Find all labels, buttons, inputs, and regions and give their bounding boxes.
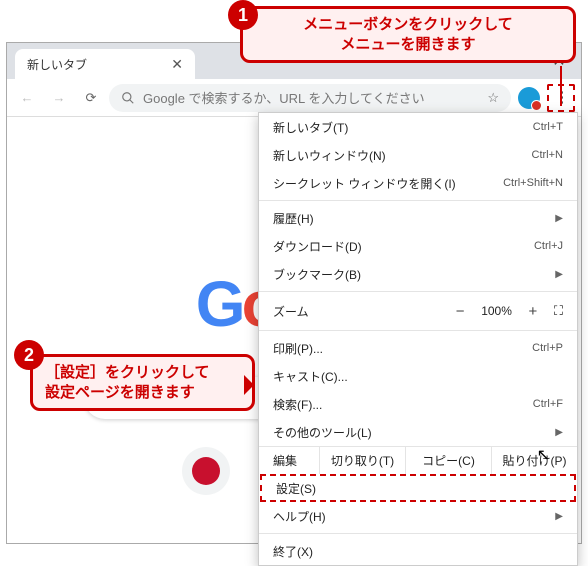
zoom-in-button[interactable]: + bbox=[522, 303, 544, 320]
menu-copy[interactable]: コピー(C) bbox=[405, 447, 491, 474]
menu-find[interactable]: 検索(F)...Ctrl+F bbox=[259, 390, 577, 418]
menu-bookmarks[interactable]: ブックマーク(B)▶ bbox=[259, 260, 577, 288]
edit-label: 編集 bbox=[259, 447, 319, 474]
shortcut-icon bbox=[192, 457, 220, 485]
main-menu-dropdown: 新しいタブ(T)Ctrl+T 新しいウィンドウ(N)Ctrl+N シークレット … bbox=[258, 112, 578, 566]
menu-exit[interactable]: 終了(X) bbox=[259, 537, 577, 565]
menu-history[interactable]: 履歴(H)▶ bbox=[259, 204, 577, 232]
bookmark-star-icon[interactable]: ☆ bbox=[487, 90, 499, 106]
menu-paste[interactable]: 貼り付け(P) bbox=[491, 447, 577, 474]
callout-2: ［設定］をクリックして 設定ページを開きます bbox=[30, 354, 255, 411]
chevron-right-icon: ▶ bbox=[555, 269, 563, 280]
chevron-right-icon: ▶ bbox=[555, 213, 563, 224]
menu-settings[interactable]: 設定(S) bbox=[260, 474, 576, 502]
mouse-cursor-icon: ↖ bbox=[537, 445, 550, 465]
menu-zoom-row: ズーム − 100% + ⛶ bbox=[259, 295, 577, 327]
chevron-right-icon: ▶ bbox=[555, 511, 563, 522]
badge-2: 2 bbox=[14, 340, 44, 370]
tab-new-tab[interactable]: 新しいタブ ✕ bbox=[15, 49, 195, 79]
zoom-value: 100% bbox=[481, 304, 512, 318]
annotation-line bbox=[560, 66, 562, 106]
chevron-right-icon: ▶ bbox=[555, 427, 563, 438]
search-icon bbox=[121, 91, 135, 105]
zoom-label: ズーム bbox=[273, 303, 309, 320]
tab-title: 新しいタブ bbox=[27, 56, 87, 73]
reload-button[interactable]: ⟳ bbox=[77, 84, 105, 112]
fullscreen-button[interactable]: ⛶ bbox=[554, 303, 563, 319]
badge-1: 1 bbox=[228, 0, 258, 30]
menu-cut[interactable]: 切り取り(T) bbox=[319, 447, 405, 474]
menu-separator bbox=[259, 533, 577, 534]
menu-new-tab[interactable]: 新しいタブ(T)Ctrl+T bbox=[259, 113, 577, 141]
menu-separator bbox=[259, 291, 577, 292]
back-button[interactable]: ← bbox=[13, 84, 41, 112]
zoom-out-button[interactable]: − bbox=[449, 303, 471, 320]
menu-help[interactable]: ヘルプ(H)▶ bbox=[259, 502, 577, 530]
callout-1: メニューボタンをクリックして メニューを開きます bbox=[240, 6, 576, 63]
forward-button[interactable]: → bbox=[45, 84, 73, 112]
shortcut-tile[interactable] bbox=[182, 447, 230, 495]
menu-cast[interactable]: キャスト(C)... bbox=[259, 362, 577, 390]
close-icon[interactable]: ✕ bbox=[171, 56, 183, 73]
menu-edit-row: 編集 切り取り(T) コピー(C) 貼り付け(P) bbox=[259, 446, 577, 474]
menu-new-window[interactable]: 新しいウィンドウ(N)Ctrl+N bbox=[259, 141, 577, 169]
menu-more-tools[interactable]: その他のツール(L)▶ bbox=[259, 418, 577, 446]
omnibox-placeholder: Google で検索するか、URL を入力してください bbox=[143, 88, 425, 107]
address-bar[interactable]: Google で検索するか、URL を入力してください ☆ bbox=[109, 84, 511, 112]
menu-incognito[interactable]: シークレット ウィンドウを開く(I)Ctrl+Shift+N bbox=[259, 169, 577, 197]
extension-button[interactable] bbox=[515, 84, 543, 112]
menu-separator bbox=[259, 200, 577, 201]
menu-separator bbox=[259, 330, 577, 331]
menu-print[interactable]: 印刷(P)...Ctrl+P bbox=[259, 334, 577, 362]
menu-downloads[interactable]: ダウンロード(D)Ctrl+J bbox=[259, 232, 577, 260]
